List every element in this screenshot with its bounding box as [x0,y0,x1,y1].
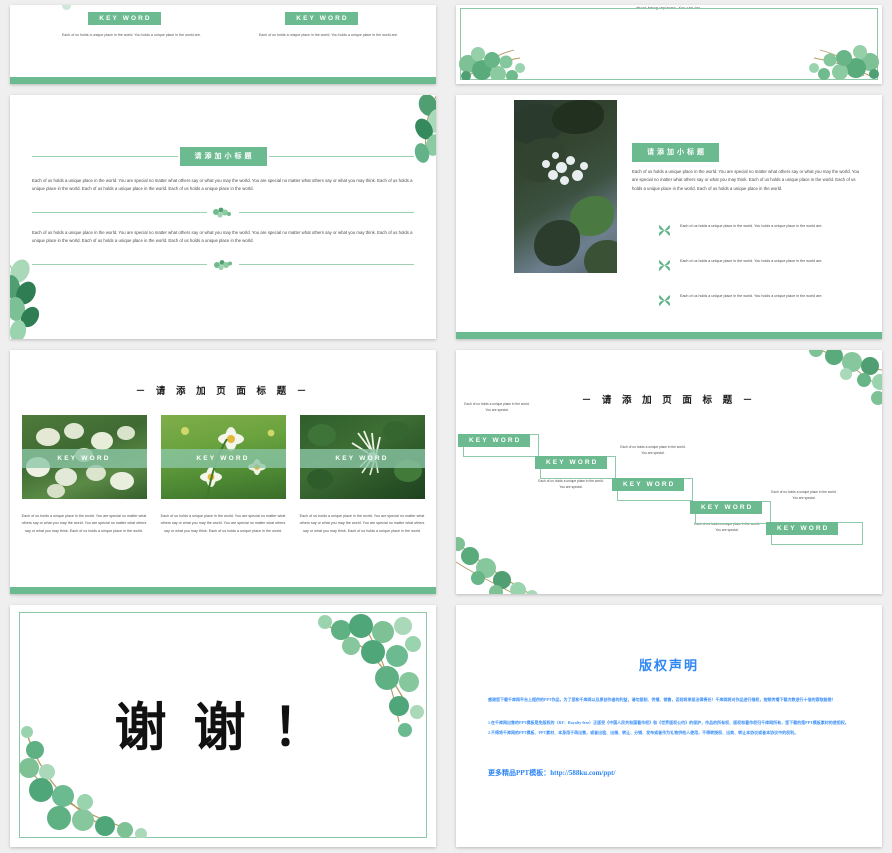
thank-you-text: 谢 谢 ！ [114,700,332,758]
card-keyword-band: KEY WORD [299,449,425,469]
slide3-paragraph-1: Each of us holds a unique place in the w… [32,178,413,192]
copyright-clause-2: 2.不得将千库网的PPT模板、PPT素材、本身用于再出售，或者出租、出借、转让、… [488,730,799,736]
slide-6[interactable]: － 请 添 加 页 面 标 题 － Each of us holds a uni… [456,350,882,594]
flower-bullet-icon [659,225,670,236]
card-text: Each of us holds a unique place in the w… [299,514,425,533]
slide1-column-2: KEY WORD Each of us holds a unique place… [62,5,420,84]
copyright-link-url[interactable]: http://588ku.com/ppt/ [550,769,615,777]
card-keyword-band: KEY WORD [21,449,147,469]
card-text: Each of us holds a unique place in the w… [21,514,147,533]
list-item: Each of us holds a unique place in the w… [658,223,868,237]
copyright-link-row[interactable]: 更多精品PPT模板：http://588ku.com/ppt/ [488,768,850,778]
slide-cell-4: 请添加小标题 Each of us holds a unique place i… [446,90,892,345]
slide3-divider-1 [32,207,414,218]
keyword-badge[interactable]: KEY WORD [612,478,685,491]
step-5[interactable]: KEY WORD [766,517,863,545]
copyright-intro: 感谢您下载千库网平台上提供的PPT作品，为了您和千库网以及原创作者的利益，请勿复… [488,697,836,702]
slide-5[interactable]: － 请 添 加 页 面 标 题 － KEY WORD Each of us ho… [10,350,436,594]
list-item-text: Each of us holds a unique place in the w… [680,259,823,263]
step-caption: Each of us holds a unique place in the w… [538,479,604,490]
slide-thumbnail-deck: KEY WORD Each of us holds a unique place… [0,0,892,853]
flower-bullet-icon [659,260,670,271]
section-title: 请添加小标题 [179,147,267,166]
slide4-bullet-list: Each of us holds a unique place in the w… [658,223,868,328]
slide3-paragraph-2: Each of us holds a unique place in the w… [32,229,413,244]
slide-cell-3: 请添加小标题 Each of us holds a unique place i… [0,90,446,345]
list-item: Each of us holds a unique place in the w… [658,293,868,307]
leaf-sprig-icon [214,259,232,270]
step-1[interactable]: KEY WORD [458,429,539,457]
slide1-column-2-text: Each of us holds a unique place in the w… [259,33,398,37]
card-thumbnail: KEY WORD [299,415,425,499]
keyword-badge[interactable]: KEY WORD [88,12,161,25]
slide-cell-5: － 请 添 加 页 面 标 题 － KEY WORD Each of us ho… [0,345,446,600]
slide-8[interactable]: 版权声明 感谢您下载千库网平台上提供的PPT作品，为了您和千库网以及原创作者的利… [456,605,882,847]
list-item-text: Each of us holds a unique place in the w… [680,224,823,228]
slide1-column-1: KEY WORD Each of us holds a unique place… [26,5,223,84]
eucalyptus-leaf-icon [456,537,538,594]
card-thumbnail: KEY WORD [21,415,147,499]
image-card[interactable]: KEY WORD Each of us holds a unique place… [299,415,425,535]
page-title: － 请 添 加 页 面 标 题 － [135,386,311,397]
slide1-column-1-text: Each of us holds a unique place in the w… [62,33,201,37]
image-card[interactable]: KEY WORD Each of us holds a unique place… [21,415,147,535]
step-caption: Each of us holds a unique place in the w… [771,490,837,501]
step-caption: Each of us holds a unique place in the w… [464,402,530,413]
keyword-badge[interactable]: KEY WORD [690,501,763,514]
slide5-card-row: KEY WORD Each of us holds a unique place… [10,415,436,535]
keyword-badge[interactable]: KEY WORD [766,522,839,535]
card-thumbnail: KEY WORD [160,415,286,499]
divider-line [268,156,414,157]
slide-4[interactable]: 请添加小标题 Each of us holds a unique place i… [456,95,882,339]
divider-line [32,156,178,157]
keyword-badge[interactable]: KEY WORD [535,456,608,469]
slide-bottom-bar [456,332,882,339]
step-3[interactable]: KEY WORD [612,473,693,501]
slide-cell-2: about being replaced. You can too. [446,0,892,90]
slide2-border-frame [460,8,878,80]
slide-cell-8: 版权声明 感谢您下载千库网平台上提供的PPT作品，为了您和千库网以及原创作者的利… [446,600,892,853]
flower-bullet-icon [659,295,670,306]
slide-1[interactable]: KEY WORD Each of us holds a unique place… [10,5,436,84]
step-caption: Each of us holds a unique place in the w… [620,445,686,456]
slide-2[interactable]: about being replaced. You can too. [456,5,882,84]
divider-line [32,263,207,265]
step-2[interactable]: KEY WORD [535,451,616,479]
slide-3[interactable]: 请添加小标题 Each of us holds a unique place i… [10,95,436,339]
slide-cell-1: KEY WORD Each of us holds a unique place… [0,0,446,90]
copyright-clause-1: 1.在千库网出售的PPT模板是免版权的（RF：Royalty-free）正版受《… [488,719,849,725]
section-title: 请添加小标题 [632,143,719,162]
leaf-sprig-icon [213,207,231,218]
slide4-paragraph: Each of us holds a unique place in the w… [632,169,860,191]
divider-line [239,211,414,213]
image-card[interactable]: KEY WORD Each of us holds a unique place… [160,415,286,535]
list-item: Each of us holds a unique place in the w… [658,258,868,272]
card-keyword-band: KEY WORD [160,449,286,469]
eucalyptus-leaf-icon [809,350,882,405]
card-text: Each of us holds a unique place in the w… [160,514,286,533]
slide3-title-row: 请添加小标题 [32,147,414,166]
slide3-divider-2 [32,259,414,270]
divider-line [32,211,207,213]
slide-bottom-bar [10,587,436,594]
slide-cell-6: － 请 添 加 页 面 标 题 － Each of us holds a uni… [446,345,892,600]
step-4[interactable]: KEY WORD [690,496,771,524]
copyright-link-label: 更多精品PPT模板： [488,768,551,777]
copyright-title: 版权声明 [638,658,699,673]
keyword-badge[interactable]: KEY WORD [285,12,358,25]
list-item-text: Each of us holds a unique place in the w… [680,294,823,298]
slide-bottom-bar [10,77,436,84]
slide-cell-7: 谢 谢 ！ [0,600,446,853]
slide4-photo [514,100,617,273]
divider-line [239,263,414,265]
keyword-badge[interactable]: KEY WORD [458,434,531,447]
slide-7[interactable]: 谢 谢 ！ [10,605,436,847]
